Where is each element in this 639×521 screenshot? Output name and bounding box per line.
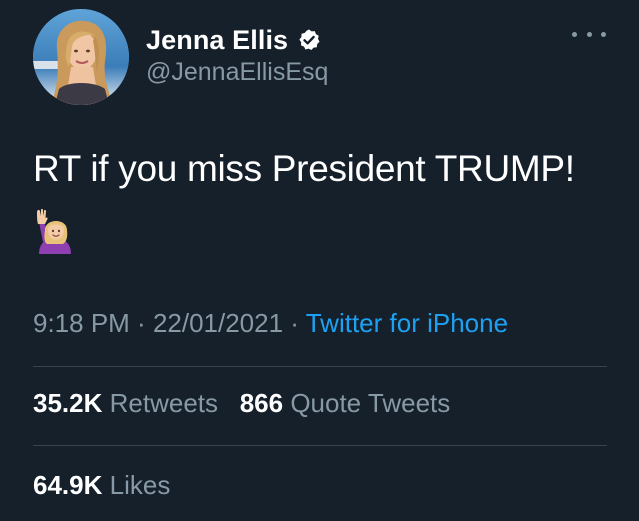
author-handle[interactable]: @JennaEllisEsq (146, 58, 328, 87)
more-dot (601, 31, 606, 37)
author-name-row[interactable]: Jenna Ellis (146, 22, 321, 58)
engagement-stats-row: 35.2K Retweets 866 Quote Tweets (33, 388, 450, 419)
more-horizontal-icon[interactable] (572, 26, 606, 42)
retweets-label: Retweets (109, 388, 219, 418)
avatar-image (33, 9, 129, 105)
likes-stat[interactable]: 64.9K Likes (33, 470, 170, 500)
tweet-date[interactable]: 22/01/2021 (153, 308, 283, 338)
quote-tweets-label: Quote Tweets (290, 388, 451, 418)
meta-separator: · (129, 308, 153, 338)
likes-label: Likes (109, 470, 171, 500)
divider (33, 366, 607, 367)
tweet-source-link[interactable]: Twitter for iPhone (306, 308, 508, 338)
tweet-time[interactable]: 9:18 PM (33, 308, 130, 338)
more-dot (586, 31, 592, 37)
quote-tweets-stat[interactable]: 866 Quote Tweets (240, 388, 451, 418)
more-dot (572, 31, 577, 37)
verified-badge-icon (299, 29, 320, 50)
likes-stats-row: 64.9K Likes (33, 470, 170, 501)
meta-separator: · (283, 308, 306, 338)
retweets-count: 35.2K (33, 388, 103, 418)
tweet-meta: 9:18 PM · 22/01/2021 · Twitter for iPhon… (33, 308, 508, 339)
likes-count: 64.9K (33, 470, 103, 500)
tweet-card: Jenna Ellis @JennaEllisEsq RT if you mis… (0, 0, 639, 521)
quote-tweets-count: 866 (239, 388, 284, 418)
display-name[interactable]: Jenna Ellis (146, 25, 288, 56)
avatar[interactable] (33, 9, 129, 105)
tweet-text: RT if you miss President TRUMP! (33, 148, 575, 189)
raising-hand-emoji (37, 208, 71, 254)
divider (33, 445, 607, 446)
retweets-stat[interactable]: 35.2K Retweets (33, 388, 218, 418)
